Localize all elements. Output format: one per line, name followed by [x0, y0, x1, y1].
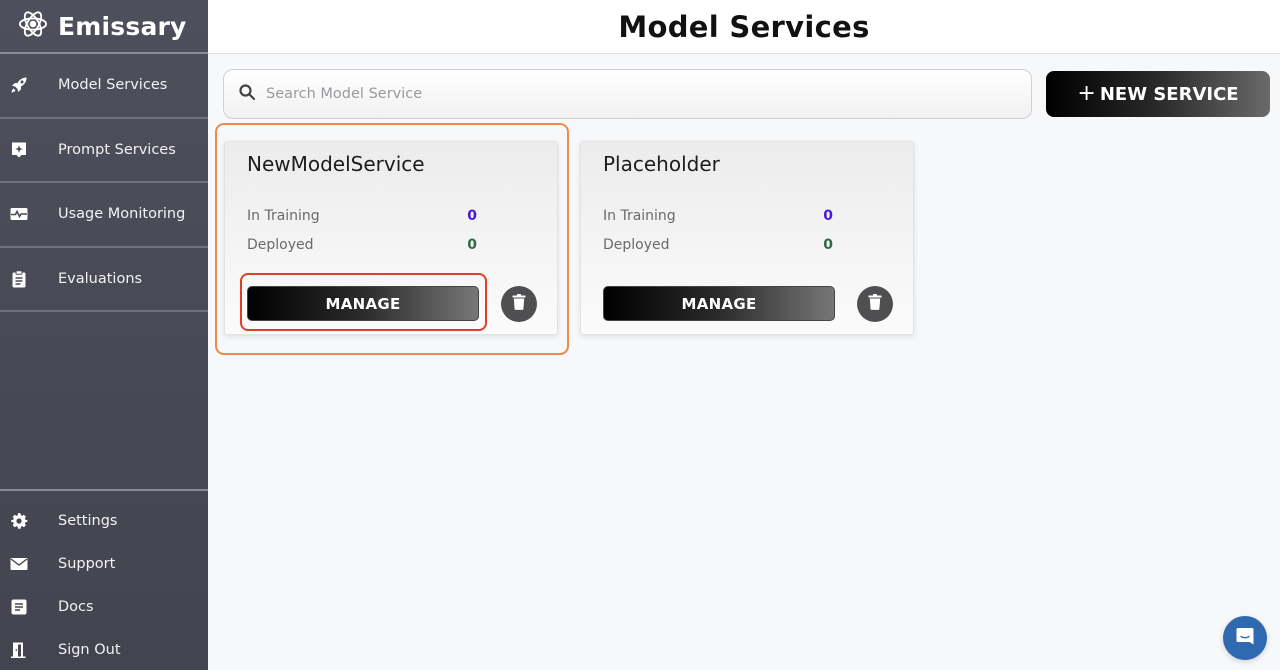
- stat-value: 0: [467, 208, 477, 224]
- page-header: Model Services: [208, 0, 1280, 54]
- atom-icon: [18, 9, 48, 43]
- service-card: NewModelService In Training 0 Deployed 0…: [224, 141, 558, 335]
- stat-label: Deployed: [603, 237, 670, 253]
- stat-value: 0: [823, 237, 833, 253]
- brand[interactable]: Emissary: [0, 0, 208, 54]
- sidebar-item-label: Docs: [58, 598, 94, 615]
- sidebar-item-label: Prompt Services: [58, 141, 176, 158]
- sidebar-item-support[interactable]: Support: [0, 542, 208, 585]
- gear-icon: [10, 512, 28, 530]
- sidebar-item-label: Model Services: [58, 77, 168, 94]
- sidebar-item-docs[interactable]: Docs: [0, 585, 208, 628]
- stat-row-in-training: In Training 0: [603, 208, 833, 224]
- sidebar-item-prompt-services[interactable]: Prompt Services: [0, 119, 208, 183]
- service-card-title: NewModelService: [247, 152, 425, 176]
- envelope-icon: [10, 555, 28, 573]
- manage-button[interactable]: MANAGE: [247, 286, 479, 321]
- pulse-icon: [10, 205, 28, 223]
- stat-label: In Training: [603, 208, 676, 224]
- new-service-button[interactable]: + NEW SERVICE: [1046, 71, 1270, 117]
- sidebar-item-label: Settings: [58, 512, 118, 529]
- delete-service-button[interactable]: [857, 286, 893, 322]
- service-card: Placeholder In Training 0 Deployed 0 MAN…: [580, 141, 914, 335]
- search-input[interactable]: [266, 86, 1006, 102]
- door-icon: [10, 641, 28, 659]
- sidebar-item-usage-monitoring[interactable]: Usage Monitoring: [0, 183, 208, 248]
- page-title: Model Services: [618, 9, 870, 44]
- stat-label: Deployed: [247, 237, 314, 253]
- stat-row-deployed: Deployed 0: [247, 237, 477, 253]
- sparkle-badge-icon: [10, 141, 28, 159]
- sidebar: Emissary Model Services Prompt Services …: [0, 0, 208, 670]
- sidebar-item-sign-out[interactable]: Sign Out: [0, 628, 208, 670]
- search-box[interactable]: [223, 69, 1032, 119]
- sidebar-bottom-nav: Settings Support Docs Sign Out: [0, 489, 208, 670]
- manage-button[interactable]: MANAGE: [603, 286, 835, 321]
- service-card-title: Placeholder: [603, 152, 720, 176]
- trash-icon: [512, 294, 526, 314]
- sidebar-item-settings[interactable]: Settings: [0, 499, 208, 542]
- delete-service-button[interactable]: [501, 286, 537, 322]
- new-service-label: NEW SERVICE: [1099, 83, 1239, 105]
- stat-value: 0: [467, 237, 477, 253]
- stat-label: In Training: [247, 208, 320, 224]
- chat-support-button[interactable]: [1223, 616, 1267, 660]
- stat-value: 0: [823, 208, 833, 224]
- sidebar-item-model-services[interactable]: Model Services: [0, 54, 208, 119]
- sidebar-item-label: Support: [58, 555, 116, 572]
- stat-row-in-training: In Training 0: [247, 208, 477, 224]
- stat-row-deployed: Deployed 0: [603, 237, 833, 253]
- sidebar-item-label: Evaluations: [58, 270, 143, 287]
- sidebar-item-evaluations[interactable]: Evaluations: [0, 248, 208, 312]
- search-icon: [238, 83, 256, 105]
- document-icon: [10, 598, 28, 616]
- chat-icon: [1234, 625, 1256, 651]
- sidebar-item-label: Sign Out: [58, 641, 121, 658]
- clipboard-icon: [10, 270, 28, 288]
- plus-icon: +: [1077, 81, 1096, 106]
- trash-icon: [868, 294, 882, 314]
- rocket-icon: [10, 76, 28, 94]
- sidebar-item-label: Usage Monitoring: [58, 206, 186, 223]
- app-name: Emissary: [58, 11, 187, 41]
